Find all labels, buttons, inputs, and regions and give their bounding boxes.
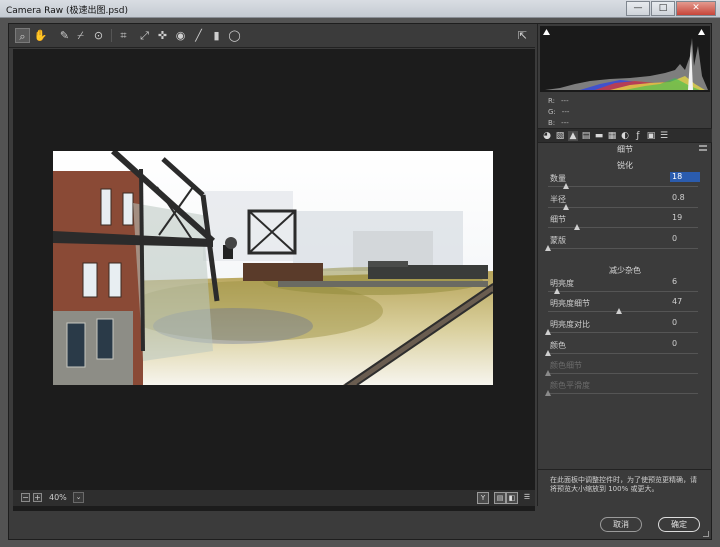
panel-menu-icon[interactable] [699,145,707,151]
graduated-filter-icon[interactable]: ▮ [209,28,224,43]
split-toning-tab-icon[interactable]: ▬ [594,131,604,141]
zoom-out-button[interactable]: − [21,493,30,502]
straighten-icon[interactable]: ⤢ [137,28,152,43]
before-after-button[interactable]: ▤ [494,492,506,504]
histogram-graph [545,38,708,90]
panel-title: 细节 [617,145,633,154]
zoom-level: 40% [49,493,67,502]
histogram [540,26,710,92]
swap-settings-button[interactable]: ◧ [506,492,518,504]
lens-tab-icon[interactable]: ◐ [620,131,630,141]
toolbar-divider [111,29,112,42]
sharpen-amount-slider[interactable]: 数量 18 [548,172,700,195]
radial-filter-icon[interactable]: ◯ [227,28,242,43]
view-y-button[interactable]: Y [477,492,489,504]
luminance-contrast-value[interactable]: 0 [670,318,700,328]
spot-removal-icon[interactable]: ✜ [155,28,170,43]
presets-tab-icon[interactable]: ☰ [659,131,669,141]
zoom-dropdown[interactable]: ⌄ [73,492,84,503]
open-preferences-icon[interactable]: ⇱ [515,28,530,43]
tone-curve-tab-icon[interactable]: ▧ [555,131,565,141]
sharpen-masking-value[interactable]: 0 [670,234,700,244]
sharpening-section-title: 锐化 [617,161,633,170]
adjustment-tabs: ◕ ▧ ▲ ▤ ▬ ▦ ◐ ƒ ▣ ☰ [538,128,712,143]
target-adjust-icon[interactable]: ⊙ [91,28,106,43]
slider-thumb[interactable] [545,329,551,335]
effects-tab-icon[interactable]: ƒ [633,131,643,141]
window-title: Camera Raw (极速出图.psd) [6,6,128,16]
zoom-icon[interactable]: ⌕ [15,28,30,43]
color-detail-value [670,359,700,369]
slider-thumb[interactable] [573,224,580,230]
slider-thumb[interactable] [545,245,551,251]
preview-settings-icon[interactable]: ☰ [521,492,533,504]
adjustment-brush-icon[interactable]: ╱ [191,28,206,43]
luminance-detail-value[interactable]: 47 [670,297,700,307]
luminance-value[interactable]: 6 [670,277,700,287]
luminance-contrast-slider[interactable]: 明亮度对比 0 [545,318,700,341]
red-eye-icon[interactable]: ◉ [173,28,188,43]
sharpen-detail-value[interactable]: 19 [670,213,700,223]
basic-tab-icon[interactable]: ◕ [542,131,552,141]
detail-tab-icon[interactable]: ▲ [568,131,578,141]
preview-bottom-bar: − + 40% ⌄ Y ▤ ◧ ☰ [13,490,535,506]
architectural-render-illustration [53,151,493,385]
toolbar: ⌕ ✋ ✎ ⌿ ⊙ ⌗ ⤢ ✜ ◉ ╱ ▮ ◯ ⇱ [9,24,535,48]
resize-grip-icon[interactable] [703,531,709,537]
slider-thumb[interactable] [554,288,560,294]
color-sampler-icon[interactable]: ⌿ [73,28,88,43]
image-preview-area[interactable] [13,49,535,511]
ok-button[interactable]: 确定 [658,517,700,532]
sharpen-amount-value[interactable]: 18 [670,172,700,182]
right-panel: R: --- G: --- B: --- ◕ ▧ ▲ ▤ ▬ ▦ ◐ ƒ ▣ ☰ 细节… [537,24,712,506]
rgb-readout: R: --- G: --- B: --- [548,97,570,127]
cancel-button[interactable]: 取消 [600,517,642,532]
slider-thumb[interactable] [563,183,569,189]
title-bar: Camera Raw (极速出图.psd) — □ ✕ [0,0,720,18]
noise-reduction-section-title: 减少杂色 [609,266,641,275]
slider-thumb[interactable] [545,370,551,376]
zoom-hint-note: 在此面板中调整控件时，为了使预览更精确，请将预览大小缩放到 100% 或更大。 [538,469,712,506]
window-controls: — □ ✕ [626,1,716,16]
sharpen-detail-slider[interactable]: 细节 19 [548,213,700,236]
color-smoothness-slider: 颜色平滑度 [545,379,700,402]
hsl-tab-icon[interactable]: ▤ [581,131,591,141]
slider-thumb[interactable] [545,390,551,396]
zoom-in-button[interactable]: + [33,493,42,502]
close-button[interactable]: ✕ [676,1,716,16]
slider-thumb[interactable] [615,308,622,314]
camera-raw-dialog: ⌕ ✋ ✎ ⌿ ⊙ ⌗ ⤢ ✜ ◉ ╱ ▮ ◯ ⇱ − + 40% ⌄ Y ▤ … [8,23,712,540]
maximize-button[interactable]: □ [651,1,675,16]
luminance-detail-slider[interactable]: 明亮度细节 47 [548,297,700,320]
color-value[interactable]: 0 [670,339,700,349]
sharpen-masking-slider[interactable]: 蒙版 0 [545,234,700,257]
lens-corrections-tab-icon[interactable]: ▦ [607,131,617,141]
sharpen-radius-value[interactable]: 0.8 [670,193,700,203]
hand-icon[interactable]: ✋ [33,28,48,43]
crop-icon[interactable]: ⌗ [116,28,131,43]
slider-thumb[interactable] [563,204,569,210]
minimize-button[interactable]: — [626,1,650,16]
preview-image [53,151,493,385]
white-balance-icon[interactable]: ✎ [57,28,72,43]
camera-calibration-tab-icon[interactable]: ▣ [646,131,656,141]
color-smoothness-value [670,379,700,389]
slider-thumb[interactable] [545,350,551,356]
